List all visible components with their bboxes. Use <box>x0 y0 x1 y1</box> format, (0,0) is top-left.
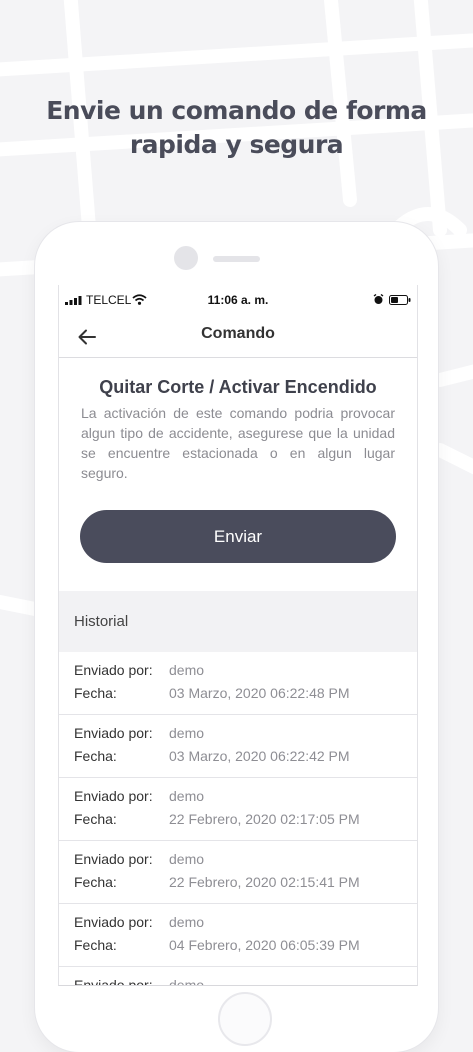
date-value: 03 Marzo, 2020 06:22:42 PM <box>169 748 350 764</box>
status-time: 11:06 a. m. <box>207 293 269 307</box>
sent-by-value: demo <box>169 662 205 678</box>
history-item: Enviado por: demo Fecha: 03 Marzo, 2020 06… <box>59 715 417 778</box>
nav-bar: Comando <box>59 315 417 358</box>
command-description: La activación de este comando podria pro… <box>81 405 395 481</box>
headline-line-1: Envie un comando de forma <box>46 96 427 125</box>
history-item: Enviado por: demo Fecha: 04 Febrero, 2020 … <box>59 904 417 967</box>
history-item: Enviado por: demo Fecha: 22 Febrero, 2020 … <box>59 841 417 904</box>
sent-by-value: demo <box>169 977 205 986</box>
date-value: 22 Febrero, 2020 02:17:05 PM <box>169 811 360 827</box>
date-label: Fecha: <box>74 748 117 764</box>
headline-line-2: rapida y segura <box>129 130 344 159</box>
date-value: 22 Febrero, 2020 02:15:41 PM <box>169 874 360 890</box>
battery-icon <box>389 295 411 305</box>
headline: Envie un comando de forma rapida y segur… <box>0 94 473 162</box>
sent-by-label: Enviado por: <box>74 977 153 986</box>
sent-by-value: demo <box>169 725 205 741</box>
date-label: Fecha: <box>74 874 117 890</box>
history-item: Enviado por: demo Fecha: 22 Febrero, 2020 … <box>59 778 417 841</box>
date-value: 03 Marzo, 2020 06:22:48 PM <box>169 685 350 701</box>
sent-by-label: Enviado por: <box>74 662 153 678</box>
sent-by-label: Enviado por: <box>74 725 153 741</box>
history-item: Enviado por: demo Fecha: 03 Marzo, 2020 06… <box>59 652 417 715</box>
history-item: Enviado por:demo Fecha: <box>59 967 417 986</box>
date-label: Fecha: <box>74 811 117 827</box>
history-header: Historial <box>59 591 417 652</box>
history-list: Enviado por: demo Fecha: 03 Marzo, 2020 06… <box>59 652 417 986</box>
date-value: 04 Febrero, 2020 06:05:39 PM <box>169 937 360 953</box>
sent-by-value: demo <box>169 788 205 804</box>
sent-by-label: Enviado por: <box>74 914 153 930</box>
date-label: Fecha: <box>74 685 117 701</box>
sent-by-value: demo <box>169 914 205 930</box>
app-screen: TELCEL 11:06 a. m. Comando Quitar Corte … <box>58 285 418 986</box>
phone-home-button <box>218 992 272 1046</box>
phone-speaker <box>213 256 260 262</box>
sent-by-label: Enviado por: <box>74 788 153 804</box>
page-title: Comando <box>201 325 275 342</box>
phone-camera <box>174 246 198 270</box>
alarm-icon <box>373 294 384 304</box>
command-title: Quitar Corte / Activar Encendido <box>99 377 377 397</box>
sent-by-value: demo <box>169 851 205 867</box>
sent-by-label: Enviado por: <box>74 851 153 867</box>
status-bar: TELCEL 11:06 a. m. <box>59 285 417 315</box>
send-button[interactable]: Enviar <box>80 510 396 563</box>
history-title: Historial <box>74 613 129 630</box>
date-label: Fecha: <box>74 937 117 953</box>
